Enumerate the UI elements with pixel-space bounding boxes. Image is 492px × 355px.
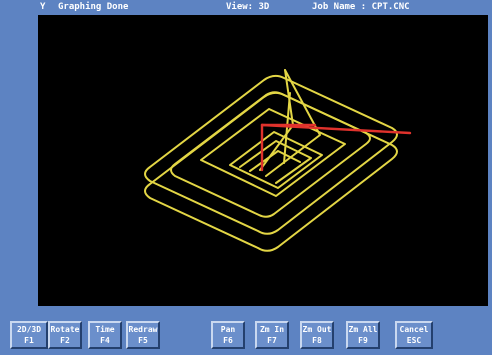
- fkey-shortcut: F9: [358, 336, 368, 345]
- fkey-cancel-button[interactable]: Cancel ESC: [395, 321, 433, 349]
- view-mode: View: 3D: [226, 2, 270, 12]
- fkey-shortcut: F5: [138, 336, 148, 345]
- fkey-zm-out-button[interactable]: Zm Out F8: [300, 321, 334, 349]
- fkey-label: Zm Out: [302, 325, 332, 334]
- function-key-bar: 2D/3D F1 Rotate F2 Time F4 Redraw F5 Pan F6 Zm In F…: [0, 316, 492, 355]
- toolpath-ramp-inner: [283, 92, 291, 164]
- fkey-zm-in-button[interactable]: Zm In F7: [255, 321, 289, 349]
- graphing-status: Graphing Done: [58, 2, 129, 12]
- fkey-2d-3d-button[interactable]: 2D/3D F1: [10, 321, 48, 349]
- fkey-redraw-button[interactable]: Redraw F5: [126, 321, 160, 349]
- cnc-graphing-screen: Y Graphing Done View: 3D Job Name : CPT.…: [0, 0, 492, 355]
- fkey-label: 2D/3D: [16, 325, 42, 334]
- fkey-time-button[interactable]: Time F4: [88, 321, 122, 349]
- fkey-shortcut: F1: [24, 336, 34, 345]
- fkey-shortcut: ESC: [406, 336, 422, 345]
- fkey-shortcut: F7: [267, 336, 277, 345]
- fkey-zm-all-button[interactable]: Zm All F9: [346, 321, 380, 349]
- status-bar: Y Graphing Done View: 3D Job Name : CPT.…: [0, 0, 492, 15]
- axis-indicator: Y: [40, 2, 46, 12]
- fkey-rotate-button[interactable]: Rotate F2: [48, 321, 82, 349]
- fkey-label: Pan: [220, 325, 236, 334]
- job-name: Job Name : CPT.CNC: [312, 2, 410, 12]
- fkey-label: Rotate: [50, 325, 80, 334]
- fkey-shortcut: F4: [100, 336, 110, 345]
- fkey-label: Zm In: [259, 325, 285, 334]
- fkey-shortcut: F8: [312, 336, 322, 345]
- fkey-shortcut: F6: [223, 336, 233, 345]
- fkey-label: Cancel: [399, 325, 429, 334]
- fkey-shortcut: F2: [60, 336, 70, 345]
- toolpath-drawing: [144, 69, 412, 252]
- fkey-label: Zm All: [348, 325, 378, 334]
- fkey-pan-button[interactable]: Pan F6: [211, 321, 245, 349]
- graphics-viewport[interactable]: [38, 15, 488, 306]
- fkey-label: Redraw: [128, 325, 158, 334]
- fkey-label: Time: [95, 325, 115, 334]
